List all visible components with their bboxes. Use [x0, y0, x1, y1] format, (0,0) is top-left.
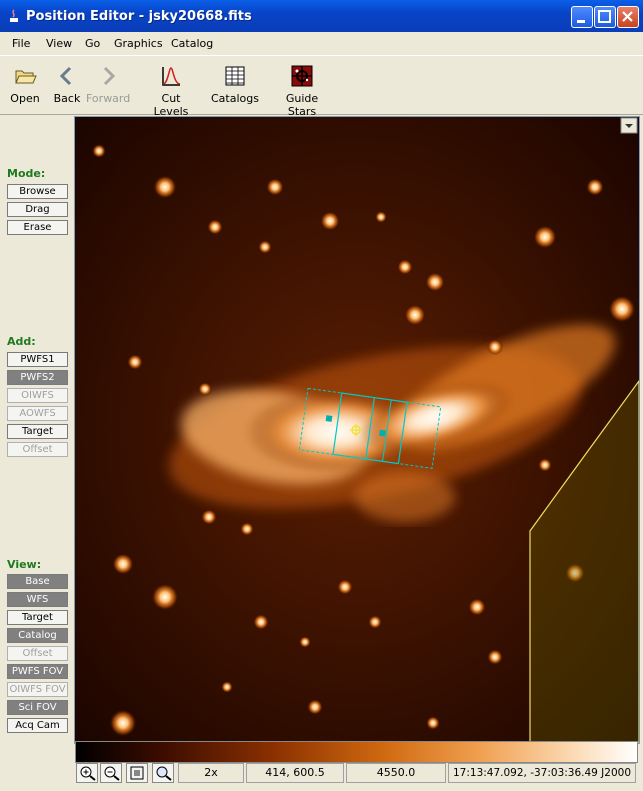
pixel-position: 414, 600.5	[246, 763, 344, 783]
fits-image[interactable]	[75, 117, 639, 743]
tool-sidebar: Mode: Browse Drag Erase Add: PWFS1 PWFS2…	[0, 115, 72, 791]
add-pwfs2-button[interactable]: PWFS2	[7, 370, 68, 385]
view-base-toggle[interactable]: Base	[7, 574, 68, 589]
wfs-probe-marker[interactable]	[379, 429, 386, 437]
close-icon	[622, 11, 633, 22]
view-pwfs-fov-toggle[interactable]: PWFS FOV	[7, 664, 68, 679]
add-target-button[interactable]: Target	[7, 424, 68, 439]
arrow-left-icon	[59, 66, 72, 86]
menu-view[interactable]: View	[46, 37, 72, 50]
menu-bar: File View Go Graphics Catalog	[0, 32, 643, 54]
mode-drag-button[interactable]: Drag	[7, 202, 68, 217]
magnifier-icon	[156, 766, 172, 781]
menu-file[interactable]: File	[12, 37, 30, 50]
mode-label: Mode:	[7, 167, 46, 180]
world-coordinates: 17:13:47.092, -37:03:36.49 J2000	[448, 763, 636, 783]
menu-catalog[interactable]: Catalog	[171, 37, 213, 50]
zoom-out-button[interactable]	[100, 763, 122, 783]
minimize-button[interactable]	[571, 6, 593, 28]
zoom-level: 2x	[178, 763, 244, 783]
catalogs-button[interactable]: Catalogs	[211, 64, 259, 105]
add-offset-button[interactable]: Offset	[7, 442, 68, 457]
status-bar: 2x 414, 600.5 4550.0 17:13:47.092, -37:0…	[75, 762, 638, 784]
window-title: Position Editor - jsky20668.fits	[26, 9, 252, 24]
folder-icon	[15, 70, 37, 84]
add-label: Add:	[7, 335, 36, 348]
close-button[interactable]	[617, 6, 639, 28]
view-sci-fov-toggle[interactable]: Sci FOV	[7, 700, 68, 715]
add-pwfs1-button[interactable]: PWFS1	[7, 352, 68, 367]
toolbar: Open Back Forward Cut Levels Catalogs Gu…	[0, 55, 643, 118]
maximize-icon	[598, 10, 611, 23]
table-icon	[225, 66, 245, 86]
arrow-right-icon	[103, 66, 116, 86]
back-button[interactable]: Back	[52, 64, 82, 105]
cut-levels-button[interactable]: Cut Levels	[143, 64, 199, 118]
view-offset-toggle[interactable]: Offset	[7, 646, 68, 661]
maximize-button[interactable]	[594, 6, 616, 28]
colormap-bar[interactable]	[75, 741, 638, 763]
image-display[interactable]	[74, 116, 640, 744]
view-label: View:	[7, 558, 42, 571]
pixel-value: 4550.0	[346, 763, 446, 783]
add-oiwfs-button[interactable]: OIWFS	[7, 388, 68, 403]
zoom-in-button[interactable]	[76, 763, 98, 783]
fit-icon	[130, 766, 144, 780]
open-button[interactable]: Open	[8, 64, 42, 105]
mode-erase-button[interactable]: Erase	[7, 220, 68, 235]
view-acq-cam-toggle[interactable]: Acq Cam	[7, 718, 68, 733]
image-options-button[interactable]	[620, 117, 638, 134]
menu-go[interactable]: Go	[85, 37, 100, 50]
add-aowfs-button[interactable]: AOWFS	[7, 406, 68, 421]
zoom-out-icon	[104, 766, 120, 781]
minimize-icon	[577, 20, 585, 23]
zoom-in-icon	[80, 766, 96, 781]
title-bar: Position Editor - jsky20668.fits	[0, 0, 643, 32]
wfs-probe-marker[interactable]	[325, 415, 333, 422]
guide-star-icon	[291, 65, 313, 87]
histogram-icon	[162, 67, 181, 86]
magnifier-button[interactable]	[152, 763, 174, 783]
menu-graphics[interactable]: Graphics	[114, 37, 163, 50]
mode-browse-button[interactable]: Browse	[7, 184, 68, 199]
view-target-toggle[interactable]: Target	[7, 610, 68, 625]
view-oiwfs-fov-toggle[interactable]: OIWFS FOV	[7, 682, 68, 697]
java-app-icon	[10, 9, 18, 22]
forward-button[interactable]: Forward	[86, 64, 130, 105]
view-wfs-toggle[interactable]: WFS	[7, 592, 68, 607]
view-catalog-toggle[interactable]: Catalog	[7, 628, 68, 643]
guide-stars-button[interactable]: Guide Stars	[271, 64, 333, 118]
zoom-fit-button[interactable]	[126, 763, 148, 783]
